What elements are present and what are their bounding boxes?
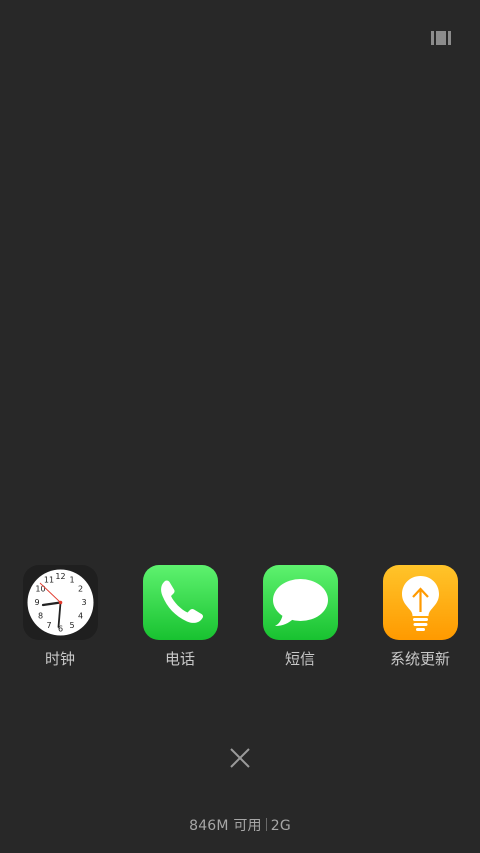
svg-text:2: 2 bbox=[77, 585, 82, 594]
clear-all-button[interactable] bbox=[228, 746, 252, 770]
svg-text:12: 12 bbox=[55, 572, 65, 581]
memory-total: 2G bbox=[270, 818, 291, 834]
svg-text:4: 4 bbox=[77, 612, 82, 621]
app-label: 电话 bbox=[164, 650, 195, 668]
svg-text:3: 3 bbox=[81, 598, 86, 607]
memory-status: 846M 可用 2G bbox=[0, 815, 480, 835]
svg-text:9: 9 bbox=[34, 598, 39, 607]
close-icon bbox=[230, 748, 250, 768]
app-label: 短信 bbox=[284, 650, 315, 668]
message-bubble-icon bbox=[262, 565, 338, 640]
app-clock[interactable]: 12 1 2 3 4 5 6 7 8 9 10 11 时钟 bbox=[10, 565, 110, 668]
svg-text:1: 1 bbox=[69, 576, 74, 585]
app-system-update[interactable]: 系统更新 bbox=[370, 565, 470, 668]
recent-apps-dock: 12 1 2 3 4 5 6 7 8 9 10 11 时钟 电话 短信 系统更新 bbox=[0, 565, 480, 675]
svg-text:11: 11 bbox=[43, 576, 53, 585]
app-label: 时钟 bbox=[44, 650, 75, 668]
list-view-icon bbox=[431, 31, 451, 45]
clock-icon: 12 1 2 3 4 5 6 7 8 9 10 11 bbox=[22, 565, 98, 640]
app-messages[interactable]: 短信 bbox=[250, 565, 350, 668]
memory-available: 846M 可用 bbox=[189, 818, 262, 834]
app-phone[interactable]: 电话 bbox=[130, 565, 230, 668]
divider bbox=[265, 818, 267, 831]
svg-text:5: 5 bbox=[69, 621, 74, 630]
app-label: 系统更新 bbox=[389, 650, 450, 668]
svg-text:10: 10 bbox=[35, 585, 45, 594]
view-toggle-button[interactable] bbox=[428, 28, 454, 48]
svg-text:8: 8 bbox=[37, 612, 42, 621]
lightbulb-update-icon bbox=[382, 565, 458, 640]
svg-text:7: 7 bbox=[46, 621, 51, 630]
phone-icon bbox=[142, 565, 218, 640]
